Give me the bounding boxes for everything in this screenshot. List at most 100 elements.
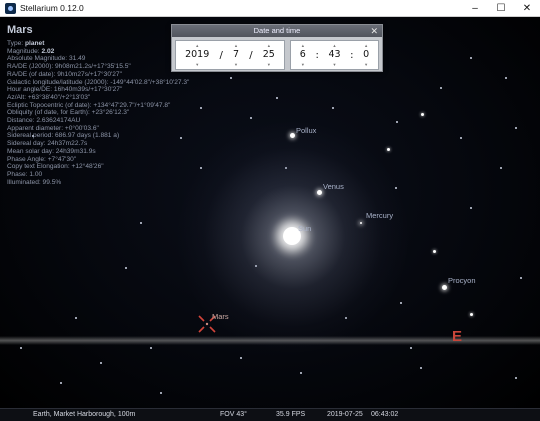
info-line-value: Az/Alt: +63°38'40"/+2°13'03" xyxy=(7,93,91,101)
info-line: Az/Alt: +63°38'40"/+2°13'03" xyxy=(7,94,227,102)
month-down-icon[interactable]: ▼ xyxy=(234,62,238,67)
star[interactable] xyxy=(500,167,502,169)
mars-label: Mars xyxy=(212,312,229,321)
sun-label: Sun xyxy=(298,224,312,233)
maximize-button[interactable]: ☐ xyxy=(488,0,514,17)
month-value: 7 xyxy=(232,49,240,60)
hour-value: 6 xyxy=(299,49,306,60)
star[interactable] xyxy=(75,317,77,319)
star[interactable] xyxy=(125,267,127,269)
star[interactable] xyxy=(160,392,162,394)
date-group: ▲ 2019 ▼ / ▲ 7 ▼ / ▲ 25 ▼ xyxy=(175,40,285,70)
star[interactable] xyxy=(230,77,232,79)
star[interactable] xyxy=(515,377,517,379)
second-down-icon[interactable]: ▼ xyxy=(364,62,368,67)
year-spinner[interactable]: ▲ 2019 ▼ xyxy=(185,43,209,67)
hour-down-icon[interactable]: ▼ xyxy=(301,62,305,67)
star[interactable] xyxy=(420,367,422,369)
info-line-value: Phase Angle: +7°47'30" xyxy=(7,155,77,163)
second-value: 0 xyxy=(363,49,370,60)
info-line-value: Galactic longitude/latitude (J2000): -14… xyxy=(7,78,190,86)
status-fps: 35.9 FPS xyxy=(276,411,306,418)
star[interactable] xyxy=(470,207,472,209)
star[interactable] xyxy=(470,313,473,316)
second-spinner[interactable]: ▲ 0 ▼ xyxy=(363,43,369,67)
stellarium-app-icon xyxy=(5,2,16,14)
minute-value: 43 xyxy=(328,49,341,60)
procyon-label: Procyon xyxy=(448,276,476,285)
pollux-star[interactable] xyxy=(290,133,295,138)
cardinal-east: E xyxy=(452,328,463,345)
star[interactable] xyxy=(20,347,22,349)
info-line: Sidereal period: 686.97 days (1.881 a) xyxy=(7,132,227,140)
info-line-value: Obliquity (of date, for Earth): +23°26'1… xyxy=(7,109,130,117)
star[interactable] xyxy=(440,87,442,89)
day-down-icon[interactable]: ▼ xyxy=(267,62,271,67)
info-line: Phase: 1.00 xyxy=(7,171,227,179)
star[interactable] xyxy=(276,97,278,99)
info-line-value: Mean solar day: 24h39m31.9s xyxy=(7,147,96,155)
year-value: 2019 xyxy=(185,49,210,60)
star[interactable] xyxy=(396,121,398,123)
month-spinner[interactable]: ▲ 7 ▼ xyxy=(233,43,239,67)
info-line-value: Ecliptic Topocentric (of date): +134°47'… xyxy=(7,101,171,109)
venus-planet[interactable] xyxy=(317,190,322,195)
star[interactable] xyxy=(520,277,522,279)
procyon-star[interactable] xyxy=(442,285,447,290)
star[interactable] xyxy=(460,137,462,139)
window-controls: – ☐ ✕ xyxy=(462,0,540,17)
info-line-value: Absolute Magnitude: 31.49 xyxy=(7,55,86,63)
star[interactable] xyxy=(470,57,472,59)
info-line-value: Sidereal period: 686.97 days (1.881 a) xyxy=(7,132,120,140)
info-line: Illuminated: 99.5% xyxy=(7,179,227,187)
star[interactable] xyxy=(433,250,436,253)
mercury-planet[interactable] xyxy=(360,222,362,224)
star[interactable] xyxy=(250,117,252,119)
date-time-dialog: Date and time ✕ ▲ 2019 ▼ / ▲ 7 ▼ / ▲ 25 … xyxy=(171,24,383,72)
star[interactable] xyxy=(515,127,517,129)
star[interactable] xyxy=(505,77,507,79)
star[interactable] xyxy=(140,222,142,224)
star[interactable] xyxy=(240,357,242,359)
star[interactable] xyxy=(60,382,62,384)
info-line: Apparent diameter: +0°00'03.6" xyxy=(7,125,227,133)
star[interactable] xyxy=(332,107,334,109)
info-line: Sidereal day: 24h37m22.7s xyxy=(7,140,227,148)
day-value: 25 xyxy=(262,49,275,60)
status-fov: FOV 43° xyxy=(220,411,247,418)
year-down-icon[interactable]: ▼ xyxy=(195,62,199,67)
minute-down-icon[interactable]: ▼ xyxy=(333,62,337,67)
info-line-value: Apparent diameter: +0°00'03.6" xyxy=(7,124,99,132)
minute-spinner[interactable]: ▲ 43 ▼ xyxy=(328,43,340,67)
time-group: ▲ 6 ▼ : ▲ 43 ▼ : ▲ 0 ▼ xyxy=(290,40,379,70)
mercury-label: Mercury xyxy=(366,211,394,220)
date-time-dialog-header[interactable]: Date and time ✕ xyxy=(172,25,382,37)
dialog-close-icon[interactable]: ✕ xyxy=(370,25,378,37)
date-time-fields: ▲ 2019 ▼ / ▲ 7 ▼ / ▲ 25 ▼ ▲ 6 ▼ : ▲ 43 ▼… xyxy=(172,37,382,73)
hour-spinner[interactable]: ▲ 6 ▼ xyxy=(300,43,306,67)
star[interactable] xyxy=(410,347,412,349)
info-line: Hour angle/DE: 16h40m39s/+17°30'27" xyxy=(7,86,227,94)
close-button[interactable]: ✕ xyxy=(514,0,540,17)
date-separator: / xyxy=(219,49,223,61)
info-line-label: Magnitude: xyxy=(7,47,42,55)
status-bar: Earth, Market Harborough, 100m FOV 43° 3… xyxy=(0,408,540,421)
date-time-dialog-title: Date and time xyxy=(253,26,301,35)
star[interactable] xyxy=(387,148,390,151)
star[interactable] xyxy=(100,362,102,364)
star[interactable] xyxy=(421,113,424,116)
star[interactable] xyxy=(150,347,152,349)
info-line-value: Sidereal day: 24h37m22.7s xyxy=(7,140,88,148)
star[interactable] xyxy=(300,372,302,374)
info-line-value: RA/DE (of date): 9h10m27s/+17°30'27" xyxy=(7,70,122,78)
info-line-value: 2.02 xyxy=(41,47,55,55)
pollux-label: Pollux xyxy=(296,126,317,135)
venus-label: Venus xyxy=(323,182,344,191)
star[interactable] xyxy=(400,302,402,304)
info-line-label: Type: xyxy=(7,40,25,47)
day-spinner[interactable]: ▲ 25 ▼ xyxy=(263,43,275,67)
window-title: Stellarium 0.12.0 xyxy=(20,3,84,13)
info-line: Distance: 2.63624174AU xyxy=(7,117,227,125)
minimize-button[interactable]: – xyxy=(462,0,488,17)
info-line-value: planet xyxy=(24,40,45,47)
